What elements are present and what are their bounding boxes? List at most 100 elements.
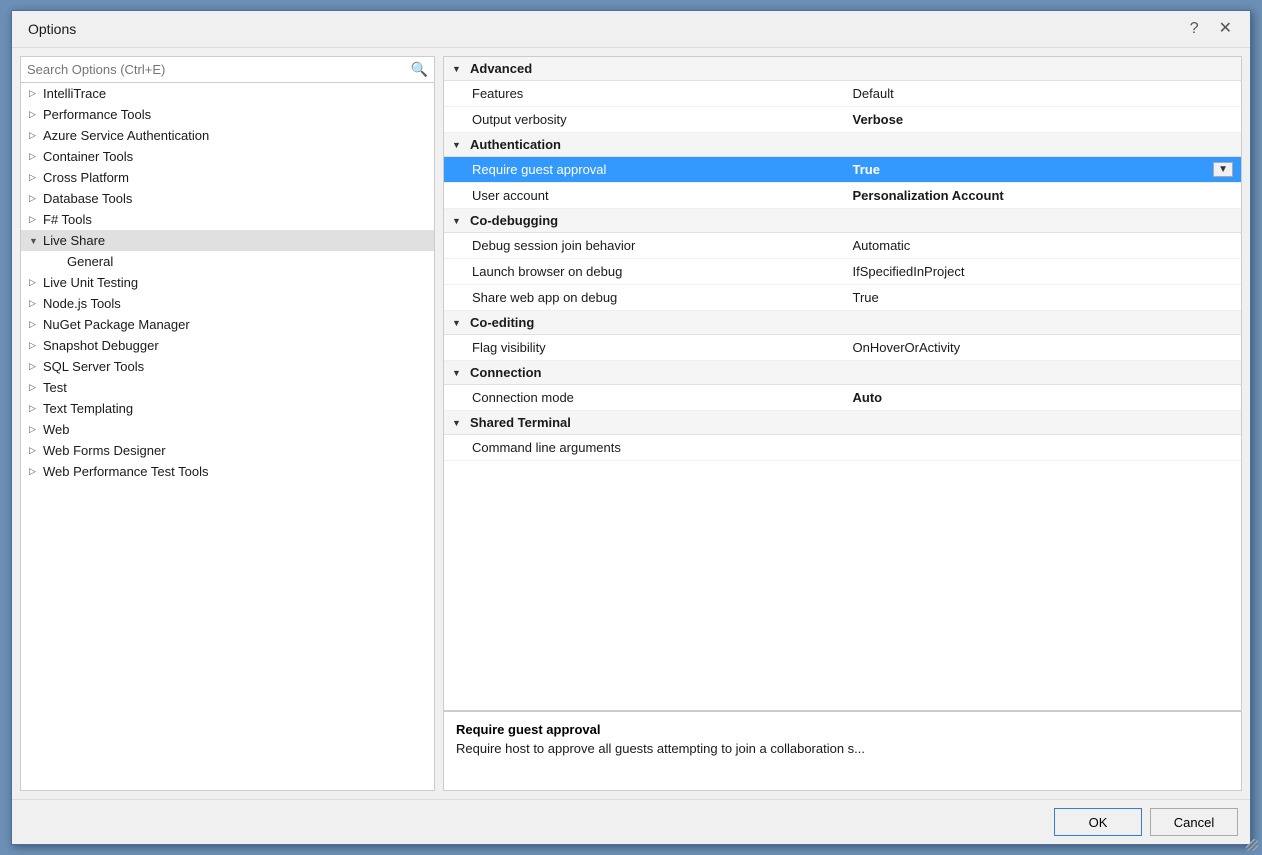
tree-item-fsharp-tools[interactable]: ▷F# Tools	[21, 209, 434, 230]
tree-item-nuget-package-manager[interactable]: ▷NuGet Package Manager	[21, 314, 434, 335]
section-arrow-co-editing: ▼	[452, 318, 464, 328]
setting-value-advanced-1: Verbose	[853, 112, 1234, 127]
section-arrow-advanced: ▼	[452, 64, 464, 74]
tree-label-test: Test	[43, 380, 67, 395]
tree-arrow-nodejs-tools: ▷	[29, 298, 43, 309]
setting-row-authentication-1[interactable]: User accountPersonalization Account	[444, 183, 1241, 209]
tree-item-web-performance-test-tools[interactable]: ▷Web Performance Test Tools	[21, 461, 434, 482]
section-header-connection[interactable]: ▼ Connection	[444, 361, 1241, 385]
section-header-shared-terminal[interactable]: ▼Shared Terminal	[444, 411, 1241, 435]
setting-value-container-authentication-0: True▼	[853, 162, 1234, 177]
description-title: Require guest approval	[456, 722, 1229, 737]
tree-item-text-templating[interactable]: ▷Text Templating	[21, 398, 434, 419]
section-arrow-co-debugging: ▼	[452, 216, 464, 226]
tree-item-live-unit-testing[interactable]: ▷Live Unit Testing	[21, 272, 434, 293]
dialog-title: Options	[28, 21, 76, 37]
tree-item-nodejs-tools[interactable]: ▷Node.js Tools	[21, 293, 434, 314]
tree-arrow-fsharp-tools: ▷	[29, 214, 43, 225]
help-button[interactable]: ?	[1184, 19, 1205, 39]
setting-value-authentication-0: True	[853, 162, 1210, 177]
tree-label-fsharp-tools: F# Tools	[43, 212, 92, 227]
setting-name-connection-0: Connection mode	[472, 390, 853, 405]
setting-name-advanced-0: Features	[472, 86, 853, 101]
search-input[interactable]	[27, 62, 407, 77]
tree-label-cross-platform: Cross Platform	[43, 170, 129, 185]
setting-row-shared-terminal-0[interactable]: Command line arguments	[444, 435, 1241, 461]
section-title-shared-terminal: Shared Terminal	[470, 415, 571, 430]
tree-label-live-unit-testing: Live Unit Testing	[43, 275, 138, 290]
tree-arrow-sql-server-tools: ▷	[29, 361, 43, 372]
tree-arrow-intellitrace: ▷	[29, 88, 43, 99]
section-title-connection: Connection	[470, 365, 542, 380]
tree-arrow-live-unit-testing: ▷	[29, 277, 43, 288]
setting-row-co-debugging-2[interactable]: Share web app on debugTrue	[444, 285, 1241, 311]
tree-label-sql-server-tools: SQL Server Tools	[43, 359, 144, 374]
ok-button[interactable]: OK	[1054, 808, 1142, 836]
tree-label-performance-tools: Performance Tools	[43, 107, 151, 122]
tree-label-text-templating: Text Templating	[43, 401, 133, 416]
resize-grip	[1246, 839, 1258, 851]
section-title-co-editing: Co-editing	[470, 315, 534, 330]
tree-arrow-test: ▷	[29, 382, 43, 393]
tree-arrow-performance-tools: ▷	[29, 109, 43, 120]
tree-label-container-tools: Container Tools	[43, 149, 133, 164]
section-header-co-debugging[interactable]: ▼Co-debugging	[444, 209, 1241, 233]
setting-row-authentication-0[interactable]: Require guest approvalTrue▼	[444, 157, 1241, 183]
setting-name-co-debugging-1: Launch browser on debug	[472, 264, 853, 279]
tree-label-web: Web	[43, 422, 70, 437]
setting-name-co-debugging-2: Share web app on debug	[472, 290, 853, 305]
section-title-authentication: Authentication	[470, 137, 561, 152]
tree-arrow-web-performance-test-tools: ▷	[29, 466, 43, 477]
setting-value-co-editing-0: OnHoverOrActivity	[853, 340, 1234, 355]
setting-name-advanced-1: Output verbosity	[472, 112, 853, 127]
tree-item-intellitrace[interactable]: ▷IntelliTrace	[21, 83, 434, 104]
tree-item-live-share[interactable]: ▼Live Share	[21, 230, 434, 251]
tree-item-performance-tools[interactable]: ▷Performance Tools	[21, 104, 434, 125]
tree-item-snapshot-debugger[interactable]: ▷Snapshot Debugger	[21, 335, 434, 356]
tree-item-general[interactable]: General	[21, 251, 434, 272]
dialog-footer: OK Cancel	[12, 799, 1250, 844]
setting-name-shared-terminal-0: Command line arguments	[472, 440, 853, 455]
tree-arrow-container-tools: ▷	[29, 151, 43, 162]
tree-item-cross-platform[interactable]: ▷Cross Platform	[21, 167, 434, 188]
cancel-button[interactable]: Cancel	[1150, 808, 1238, 836]
section-header-co-editing[interactable]: ▼ Co-editing	[444, 311, 1241, 335]
tree-item-sql-server-tools[interactable]: ▷SQL Server Tools	[21, 356, 434, 377]
tree-label-nuget-package-manager: NuGet Package Manager	[43, 317, 190, 332]
tree-item-azure-service-auth[interactable]: ▷Azure Service Authentication	[21, 125, 434, 146]
tree-arrow-text-templating: ▷	[29, 403, 43, 414]
setting-row-co-debugging-1[interactable]: Launch browser on debugIfSpecifiedInProj…	[444, 259, 1241, 285]
description-area: Require guest approval Require host to a…	[444, 710, 1241, 790]
setting-value-co-debugging-1: IfSpecifiedInProject	[853, 264, 1234, 279]
setting-row-advanced-1[interactable]: Output verbosityVerbose	[444, 107, 1241, 133]
tree-label-nodejs-tools: Node.js Tools	[43, 296, 121, 311]
setting-row-advanced-0[interactable]: FeaturesDefault	[444, 81, 1241, 107]
tree-label-general: General	[67, 254, 113, 269]
search-icon: 🔍	[411, 61, 428, 78]
setting-value-co-debugging-2: True	[853, 290, 1234, 305]
section-title-advanced: Advanced	[470, 61, 532, 76]
tree-container: ▷IntelliTrace▷Performance Tools▷Azure Se…	[21, 83, 434, 790]
tree-item-database-tools[interactable]: ▷Database Tools	[21, 188, 434, 209]
close-button[interactable]: ✕	[1213, 19, 1238, 39]
section-arrow-authentication: ▼	[452, 140, 464, 150]
tree-item-container-tools[interactable]: ▷Container Tools	[21, 146, 434, 167]
section-arrow-connection: ▼	[452, 368, 464, 378]
setting-row-co-debugging-0[interactable]: Debug session join behaviorAutomatic	[444, 233, 1241, 259]
setting-value-authentication-1: Personalization Account	[853, 188, 1234, 203]
description-text: Require host to approve all guests attem…	[456, 741, 1229, 756]
tree-item-web-forms-designer[interactable]: ▷Web Forms Designer	[21, 440, 434, 461]
tree-item-web[interactable]: ▷Web	[21, 419, 434, 440]
tree-label-live-share: Live Share	[43, 233, 105, 248]
tree-item-test[interactable]: ▷Test	[21, 377, 434, 398]
setting-name-co-debugging-0: Debug session join behavior	[472, 238, 853, 253]
title-bar: Options ? ✕	[12, 11, 1250, 48]
tree-label-web-performance-test-tools: Web Performance Test Tools	[43, 464, 208, 479]
setting-row-connection-0[interactable]: Connection modeAuto	[444, 385, 1241, 411]
setting-row-co-editing-0[interactable]: Flag visibilityOnHoverOrActivity	[444, 335, 1241, 361]
section-header-advanced[interactable]: ▼ Advanced	[444, 57, 1241, 81]
dialog-body: 🔍 ▷IntelliTrace▷Performance Tools▷Azure …	[12, 48, 1250, 799]
section-header-authentication[interactable]: ▼ Authentication	[444, 133, 1241, 157]
settings-area: ▼AdvancedFeaturesDefaultOutput verbosity…	[444, 57, 1241, 710]
dropdown-btn-authentication-0[interactable]: ▼	[1213, 162, 1233, 177]
